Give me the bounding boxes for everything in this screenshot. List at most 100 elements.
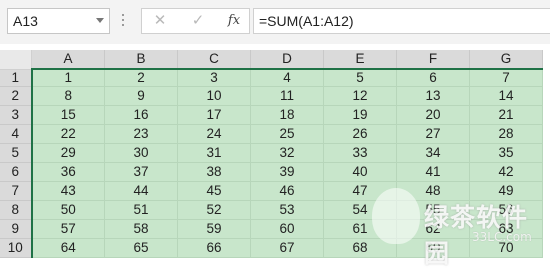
cell-e7[interactable]: 47 xyxy=(323,181,397,201)
cell-a9[interactable]: 57 xyxy=(31,219,105,239)
cell-e4[interactable]: 26 xyxy=(323,124,397,144)
cell-f4[interactable]: 27 xyxy=(396,124,470,144)
column-header-d[interactable]: D xyxy=(250,50,324,70)
cell-e9[interactable]: 61 xyxy=(323,219,397,239)
cell-f7[interactable]: 48 xyxy=(396,181,470,201)
column-header-f[interactable]: F xyxy=(396,50,470,70)
cell-c7[interactable]: 45 xyxy=(177,181,251,201)
cell-c2[interactable]: 10 xyxy=(177,86,251,106)
column-header-e[interactable]: E xyxy=(323,50,397,70)
formula-bar: A13 ✕ ✓ fx =SUM(A1:A12) xyxy=(0,0,550,44)
cell-e6[interactable]: 40 xyxy=(323,162,397,182)
cell-e8[interactable]: 54 xyxy=(323,200,397,220)
cell-b1[interactable]: 2 xyxy=(104,69,178,87)
cell-e1[interactable]: 5 xyxy=(323,69,397,87)
row-header[interactable]: 1 xyxy=(0,69,33,87)
cell-f10[interactable]: 69 xyxy=(396,238,470,258)
row-header[interactable]: 4 xyxy=(0,124,33,144)
column-header-c[interactable]: C xyxy=(177,50,251,70)
cell-b3[interactable]: 16 xyxy=(104,105,178,125)
cell-c6[interactable]: 38 xyxy=(177,162,251,182)
cell-g3[interactable]: 21 xyxy=(469,105,543,125)
cell-f2[interactable]: 13 xyxy=(396,86,470,106)
insert-function-icon[interactable]: fx xyxy=(222,12,246,30)
cell-b10[interactable]: 65 xyxy=(104,238,178,258)
cell-c3[interactable]: 17 xyxy=(177,105,251,125)
cell-f1[interactable]: 6 xyxy=(396,69,470,87)
column-header-b[interactable]: B xyxy=(104,50,178,70)
cell-d7[interactable]: 46 xyxy=(250,181,324,201)
cell-b9[interactable]: 58 xyxy=(104,219,178,239)
cell-c10[interactable]: 66 xyxy=(177,238,251,258)
cell-b7[interactable]: 44 xyxy=(104,181,178,201)
chevron-down-icon[interactable] xyxy=(96,18,104,23)
cell-b5[interactable]: 30 xyxy=(104,143,178,163)
table-row: 9 57 58 59 60 61 62 63 xyxy=(0,219,543,239)
select-all-corner[interactable] xyxy=(0,50,32,70)
cell-f3[interactable]: 20 xyxy=(396,105,470,125)
cell-g7[interactable]: 49 xyxy=(469,181,543,201)
formula-buttons: ✕ ✓ fx xyxy=(141,8,250,34)
column-header-a[interactable]: A xyxy=(31,50,105,70)
column-header-g[interactable]: G xyxy=(469,50,543,70)
cell-c5[interactable]: 31 xyxy=(177,143,251,163)
cell-d6[interactable]: 39 xyxy=(250,162,324,182)
cell-d2[interactable]: 11 xyxy=(250,86,324,106)
row-header[interactable]: 8 xyxy=(0,200,33,220)
cell-a10[interactable]: 64 xyxy=(31,238,105,258)
row-header[interactable]: 2 xyxy=(0,86,33,106)
cell-b4[interactable]: 23 xyxy=(104,124,178,144)
cell-e2[interactable]: 12 xyxy=(323,86,397,106)
cell-c9[interactable]: 59 xyxy=(177,219,251,239)
cell-f5[interactable]: 34 xyxy=(396,143,470,163)
cell-b6[interactable]: 37 xyxy=(104,162,178,182)
enter-icon[interactable]: ✓ xyxy=(186,12,210,30)
cell-g9[interactable]: 63 xyxy=(469,219,543,239)
cell-g5[interactable]: 35 xyxy=(469,143,543,163)
cell-d3[interactable]: 18 xyxy=(250,105,324,125)
row-header[interactable]: 3 xyxy=(0,105,33,125)
cell-f8[interactable]: 55 xyxy=(396,200,470,220)
cell-e10[interactable]: 68 xyxy=(323,238,397,258)
cell-b8[interactable]: 51 xyxy=(104,200,178,220)
column-header-row: ABCDEFG xyxy=(0,50,543,70)
cell-d8[interactable]: 53 xyxy=(250,200,324,220)
cell-f9[interactable]: 62 xyxy=(396,219,470,239)
cell-a3[interactable]: 15 xyxy=(31,105,105,125)
row-header[interactable]: 10 xyxy=(0,238,33,258)
cell-d9[interactable]: 60 xyxy=(250,219,324,239)
cell-g6[interactable]: 42 xyxy=(469,162,543,182)
cell-c4[interactable]: 24 xyxy=(177,124,251,144)
cell-a7[interactable]: 43 xyxy=(31,181,105,201)
cell-g1[interactable]: 7 xyxy=(469,69,543,87)
cell-a8[interactable]: 50 xyxy=(31,200,105,220)
cell-g4[interactable]: 28 xyxy=(469,124,543,144)
row-header[interactable]: 6 xyxy=(0,162,33,182)
cell-a6[interactable]: 36 xyxy=(31,162,105,182)
row-header[interactable]: 9 xyxy=(0,219,33,239)
cell-d1[interactable]: 4 xyxy=(250,69,324,87)
drag-handle-icon[interactable] xyxy=(122,12,125,30)
cell-c1[interactable]: 3 xyxy=(177,69,251,87)
table-row: 10 64 65 66 67 68 69 70 xyxy=(0,238,543,258)
row-header[interactable]: 7 xyxy=(0,181,33,201)
name-box[interactable]: A13 xyxy=(7,8,110,34)
cell-g8[interactable]: 56 xyxy=(469,200,543,220)
cancel-icon[interactable]: ✕ xyxy=(148,12,172,30)
cell-a2[interactable]: 8 xyxy=(31,86,105,106)
cell-a4[interactable]: 22 xyxy=(31,124,105,144)
cell-e5[interactable]: 33 xyxy=(323,143,397,163)
cell-b2[interactable]: 9 xyxy=(104,86,178,106)
cell-a5[interactable]: 29 xyxy=(31,143,105,163)
cell-g2[interactable]: 14 xyxy=(469,86,543,106)
formula-input[interactable]: =SUM(A1:A12) xyxy=(253,8,550,34)
cell-d5[interactable]: 32 xyxy=(250,143,324,163)
cell-g10[interactable]: 70 xyxy=(469,238,543,258)
cell-a1[interactable]: 1 xyxy=(31,69,105,87)
cell-d10[interactable]: 67 xyxy=(250,238,324,258)
cell-d4[interactable]: 25 xyxy=(250,124,324,144)
cell-c8[interactable]: 52 xyxy=(177,200,251,220)
row-header[interactable]: 5 xyxy=(0,143,33,163)
cell-e3[interactable]: 19 xyxy=(323,105,397,125)
cell-f6[interactable]: 41 xyxy=(396,162,470,182)
